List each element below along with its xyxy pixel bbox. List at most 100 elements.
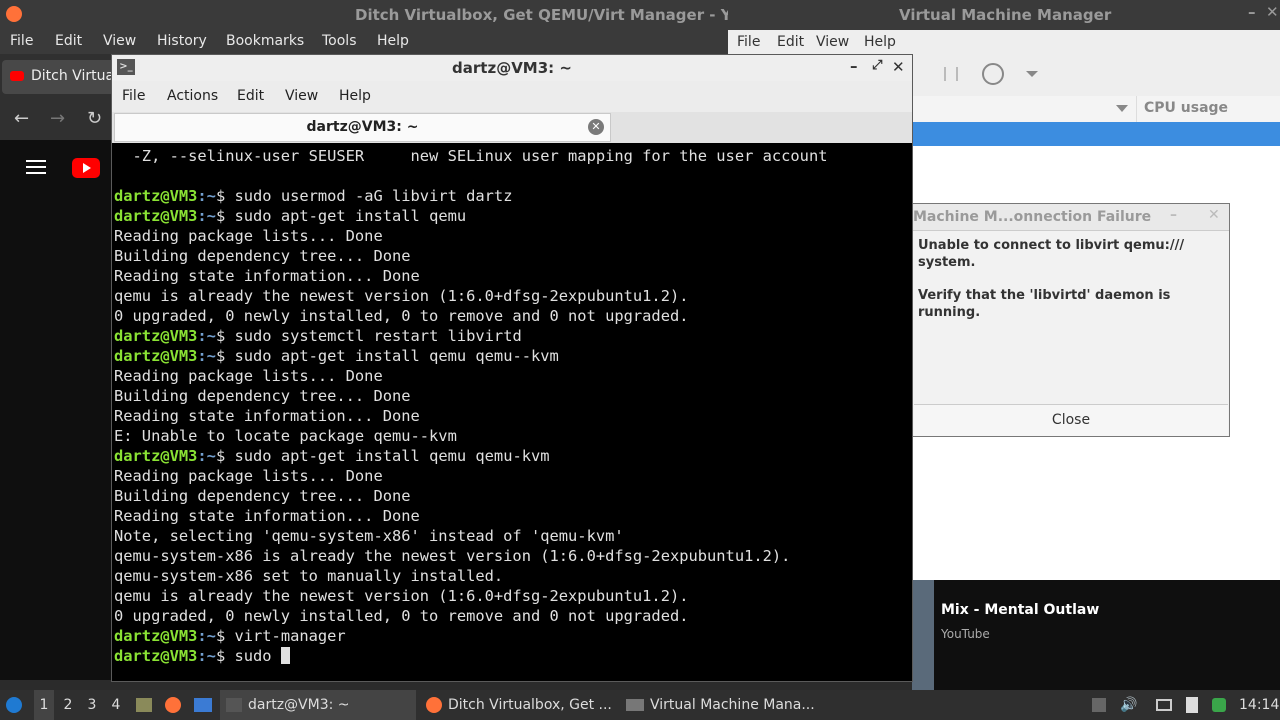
dialog-titlebar: Machine M...onnection Failure – ✕ (912, 204, 1229, 231)
close-icon[interactable]: ✕ (1266, 3, 1279, 21)
firefox-menu-edit[interactable]: Edit (55, 33, 82, 49)
dialog-hint-text: Verify that the 'libvirtd' daemon is run… (918, 288, 1171, 320)
dialog-title: Machine M...onnection Failure (913, 209, 1152, 225)
firefox-tab-title: Ditch Virtua (31, 68, 111, 84)
dialog-minimize-icon[interactable]: – (1170, 207, 1177, 223)
terminal-output-line: qemu is already the newest version (1:6.… (114, 287, 689, 305)
terminal-output-line: qemu-system-x86 set to manually installe… (114, 567, 504, 585)
youtube-logo-icon[interactable] (72, 158, 100, 178)
mini-player-thumbnail[interactable] (912, 580, 934, 690)
tray-up-arrow-icon[interactable] (1092, 690, 1106, 720)
virt-manager-titlebar: Virtual Machine Manager – ✕ (728, 0, 1280, 30)
vm-menu-edit[interactable]: Edit (777, 34, 804, 50)
maximize-icon[interactable]: ⤢ (872, 58, 882, 73)
firefox-menu-tools[interactable]: Tools (322, 33, 357, 49)
terminal-command-line: dartz@VM3:~$ sudo usermod -aG libvirt da… (114, 186, 512, 206)
firefox-menu-bookmarks[interactable]: Bookmarks (226, 33, 304, 49)
workspace-4[interactable]: 4 (106, 690, 126, 720)
virt-manager-menubar: File Edit View Help (728, 30, 1280, 54)
dialog-close-button[interactable]: Close (914, 404, 1228, 436)
clipboard-icon[interactable] (1186, 690, 1198, 720)
workspace-2[interactable]: 2 (58, 690, 78, 720)
display-icon[interactable] (1156, 690, 1172, 720)
terminal-output-line: qemu is already the newest version (1:6.… (114, 587, 689, 605)
firefox-menubar: File Edit View History Bookmarks Tools H… (0, 30, 728, 54)
volume-icon[interactable]: 🔊 (1120, 690, 1137, 720)
clock[interactable]: 14:14 (1239, 690, 1279, 720)
prompt-user: dartz@VM3 (114, 447, 198, 465)
term-menu-file[interactable]: File (122, 88, 145, 104)
task-terminal[interactable]: dartz@VM3: ~ (220, 690, 416, 720)
firefox-menu-view[interactable]: View (103, 33, 136, 49)
forward-arrow-icon[interactable]: → (50, 108, 65, 129)
sort-dropdown-icon[interactable] (1116, 105, 1128, 112)
minimize-icon[interactable]: – (1248, 3, 1256, 21)
hamburger-menu-icon[interactable] (26, 160, 46, 162)
dialog-close-icon[interactable]: ✕ (1208, 207, 1220, 223)
firefox-icon (6, 6, 22, 22)
terminal-icon (226, 698, 242, 712)
terminal-command-line: dartz@VM3:~$ sudo apt-get install qemu q… (114, 346, 559, 366)
vm-connection-row[interactable] (912, 122, 1280, 146)
terminal-menubar: File Actions Edit View Help (112, 81, 912, 112)
prompt-user: dartz@VM3 (114, 647, 198, 665)
workspace-1[interactable]: 1 (34, 690, 54, 720)
back-arrow-icon[interactable]: ← (14, 108, 29, 129)
term-menu-actions[interactable]: Actions (167, 88, 218, 104)
task-firefox-label: Ditch Virtualbox, Get ... (448, 697, 612, 713)
mini-player-title[interactable]: Mix - Mental Outlaw (941, 602, 1099, 618)
terminal-output-line: 0 upgraded, 0 newly installed, 0 to remo… (114, 607, 689, 625)
terminal-output-line: 0 upgraded, 0 newly installed, 0 to remo… (114, 307, 689, 325)
firefox-icon (426, 697, 442, 713)
virt-manager-window-title: Virtual Machine Manager (899, 6, 1112, 24)
firefox-tab[interactable]: Ditch Virtua (2, 60, 112, 94)
terminal-output-line: Reading state information... Done (114, 407, 420, 425)
start-menu-icon[interactable] (6, 690, 26, 720)
terminal-titlebar: >_ dartz@VM3: ~ – ⤢ ✕ (112, 55, 912, 81)
cpu-usage-column[interactable]: CPU usage (1144, 100, 1228, 116)
firefox-window-title: Ditch Virtualbox, Get QEMU/Virt Manager … (355, 6, 741, 24)
prompt-path: :~ (197, 447, 216, 465)
terminal-output-line: Reading package lists... Done (114, 227, 383, 245)
reload-icon[interactable]: ↻ (87, 108, 102, 129)
terminal-command-line: dartz@VM3:~$ sudo systemctl restart libv… (114, 326, 522, 346)
dialog-message: Unable to connect to libvirt qemu:/// sy… (918, 237, 1218, 321)
prompt-path: :~ (197, 347, 216, 365)
terminal-output-line: Note, selecting 'qemu-system-x86' instea… (114, 527, 624, 545)
task-virt-manager[interactable]: Virtual Machine Mana... (620, 690, 818, 720)
workspace-3[interactable]: 3 (82, 690, 102, 720)
vm-menu-help[interactable]: Help (864, 34, 896, 50)
firefox-menu-help[interactable]: Help (377, 33, 409, 49)
terminal-output-line: Building dependency tree... Done (114, 247, 411, 265)
terminal-command-line: dartz@VM3:~$ virt-manager (114, 626, 346, 646)
file-manager-launcher-icon[interactable] (136, 690, 152, 720)
close-icon[interactable]: ✕ (892, 58, 905, 76)
update-notifier-icon[interactable] (1212, 690, 1226, 720)
power-icon[interactable] (982, 63, 1004, 85)
tab-close-icon[interactable]: ✕ (588, 119, 604, 135)
firefox-menu-file[interactable]: File (10, 33, 33, 49)
terminal-output[interactable]: -Z, --selinux-user SEUSER new SELinux us… (114, 146, 910, 676)
prompt-path: :~ (197, 207, 216, 225)
vm-menu-file[interactable]: File (737, 34, 760, 50)
vm-menu-view[interactable]: View (816, 34, 849, 50)
virt-manager-toolbar (912, 54, 1280, 96)
prompt-path: :~ (197, 187, 216, 205)
mini-player-channel: YouTube (941, 627, 990, 641)
task-virt-manager-label: Virtual Machine Mana... (650, 697, 815, 713)
firefox-menu-history[interactable]: History (157, 33, 207, 49)
taskbar: 1 2 3 4 dartz@VM3: ~ Ditch Virtualbox, G… (0, 690, 1280, 720)
term-menu-help[interactable]: Help (339, 88, 371, 104)
term-menu-view[interactable]: View (285, 88, 318, 104)
terminal-tab[interactable]: dartz@VM3: ~ (114, 113, 611, 142)
pause-icon[interactable] (944, 67, 958, 81)
term-menu-edit[interactable]: Edit (237, 88, 264, 104)
task-firefox[interactable]: Ditch Virtualbox, Get ... (420, 690, 618, 720)
firefox-launcher-icon[interactable] (165, 690, 181, 720)
prompt-user: dartz@VM3 (114, 327, 198, 345)
prompt-user: dartz@VM3 (114, 347, 198, 365)
minimize-icon[interactable]: – (850, 57, 858, 75)
show-desktop-icon[interactable] (194, 690, 212, 720)
prompt-path: :~ (197, 627, 216, 645)
chevron-down-icon[interactable] (1026, 71, 1038, 77)
